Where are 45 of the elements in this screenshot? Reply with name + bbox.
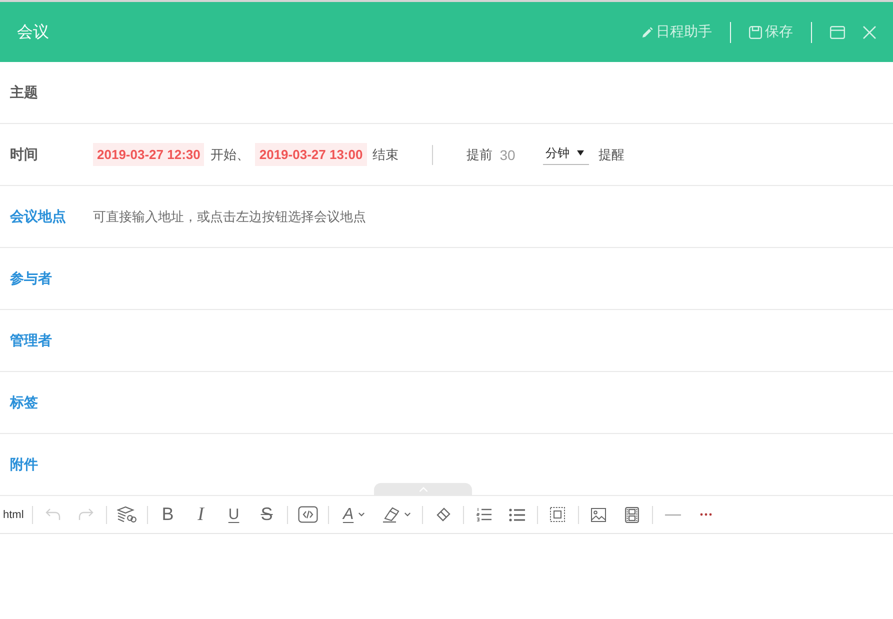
start-datetime[interactable]: 2019-03-27 12:30	[93, 143, 204, 166]
field-label: 时间	[10, 146, 38, 164]
redo-icon	[78, 508, 94, 521]
film-icon	[624, 506, 639, 522]
line-icon	[664, 514, 681, 516]
pencil-icon	[642, 26, 653, 38]
window-title: 会议	[17, 22, 49, 42]
chevron-down-icon	[358, 512, 365, 517]
dropdown-caret-icon	[576, 150, 584, 156]
numbered-list-icon	[476, 507, 492, 522]
end-text: 结束	[372, 146, 399, 164]
reminder-minutes-input[interactable]: 30	[500, 146, 536, 162]
more-icon	[700, 513, 712, 516]
italic-button[interactable]: I	[188, 502, 214, 528]
assistant-button[interactable]: 日程助手	[642, 21, 712, 43]
font-color-button[interactable]: A	[336, 502, 372, 528]
unit-dropdown[interactable]: 分钟	[542, 144, 589, 164]
window-icon	[830, 26, 845, 38]
reminder-label: 提前	[466, 146, 493, 164]
html-button[interactable]: html	[3, 502, 24, 528]
location-input[interactable]: 可直接输入地址，或点击左边按钮选择会议地点	[93, 209, 613, 224]
start-text: 开始、	[210, 146, 250, 164]
layers-link-icon	[116, 506, 137, 523]
reminder-label: 提醒	[598, 146, 625, 164]
dashed-square-icon	[550, 507, 566, 522]
bullet-list-icon	[508, 508, 525, 522]
code-icon	[298, 506, 318, 523]
picker-link[interactable]: 会议地点	[10, 208, 66, 226]
strikethrough-button[interactable]: S	[254, 502, 280, 528]
highlighter-icon	[382, 506, 400, 522]
picker-link[interactable]: 参与者	[10, 270, 52, 288]
end-datetime[interactable]: 2019-03-27 13:00	[255, 143, 367, 166]
picker-link[interactable]: 管理者	[10, 332, 52, 350]
field-label: 主题	[10, 84, 38, 102]
underline-button[interactable]: U	[220, 502, 247, 528]
bold-button[interactable]: B	[154, 502, 181, 528]
undo-icon	[44, 508, 61, 521]
picker-link[interactable]: 附件	[10, 456, 38, 474]
image-icon	[591, 508, 606, 522]
save-button[interactable]: 保存	[749, 21, 793, 43]
chevron-down-icon	[404, 512, 412, 517]
picker-link[interactable]: 标签	[10, 394, 38, 412]
eraser-icon	[434, 506, 451, 522]
floppy-icon	[749, 26, 762, 38]
close-icon	[863, 26, 876, 38]
